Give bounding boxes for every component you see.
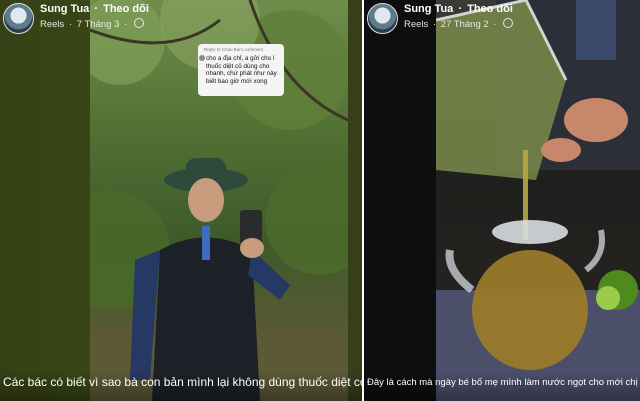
separator: · [124,19,128,30]
post-date[interactable]: 27 Tháng 2 [441,19,489,30]
author-name[interactable]: Sung Tua [404,3,453,15]
avatar[interactable] [367,3,398,34]
follow-button[interactable]: Theo dõi [467,3,513,15]
post-header-2: Sung Tua · Theo dõi Reels · 27 Tháng 2 · [364,0,640,36]
author-name[interactable]: Sung Tua [40,3,89,15]
caption-text: Đây là cách mà ngày bé bố mẹ mình làm nư… [367,377,640,388]
post-caption-2[interactable]: Đây là cách mà ngày bé bố mẹ mình làm nư… [364,371,640,401]
comment-reply-header: Reply to Chau Bui's comment [204,47,264,52]
avatar[interactable] [3,3,34,34]
globe-icon [503,18,514,28]
separator: · [493,19,497,30]
separator: · [68,19,73,30]
reel-card-2[interactable]: Sung Tua · Theo dõi Reels · 27 Tháng 2 ·… [364,0,640,401]
comment-reply-bubble: Reply to Chau Bui's comment cho a địa ch… [198,44,284,96]
post-date[interactable]: 7 Tháng 3 [77,19,120,30]
post-type: Reels [404,19,429,30]
post-header-1: Sung Tua · Theo dõi Reels · 7 Tháng 3 · [0,0,362,36]
post-type: Reels [40,19,65,30]
author-line: Sung Tua · Theo dõi [404,3,513,15]
reel-card-1[interactable]: Sung Tua · Theo dõi Reels · 7 Tháng 3 · … [0,0,362,401]
commenter-avatar [199,55,205,61]
video-frame-teapot [436,0,640,401]
author-line: Sung Tua · Theo dõi [40,3,149,15]
reel-video-2[interactable] [436,0,640,401]
caption-text: Các bác có biết vì sao bà con bản mình l… [3,375,362,389]
separator: · [432,19,437,30]
follow-button[interactable]: Theo dõi [103,3,149,15]
post-caption-1[interactable]: Các bác có biết vì sao bà con bản mình l… [0,371,362,401]
post-meta: Reels · 27 Tháng 2 · [404,18,514,30]
post-meta: Reels · 7 Tháng 3 · [40,18,144,30]
separator: · [94,3,99,15]
comment-reply-text: cho a địa chỉ, a gửi cho í thuốc diệt cỏ… [206,55,277,85]
separator: · [458,3,463,15]
globe-icon [133,18,144,28]
